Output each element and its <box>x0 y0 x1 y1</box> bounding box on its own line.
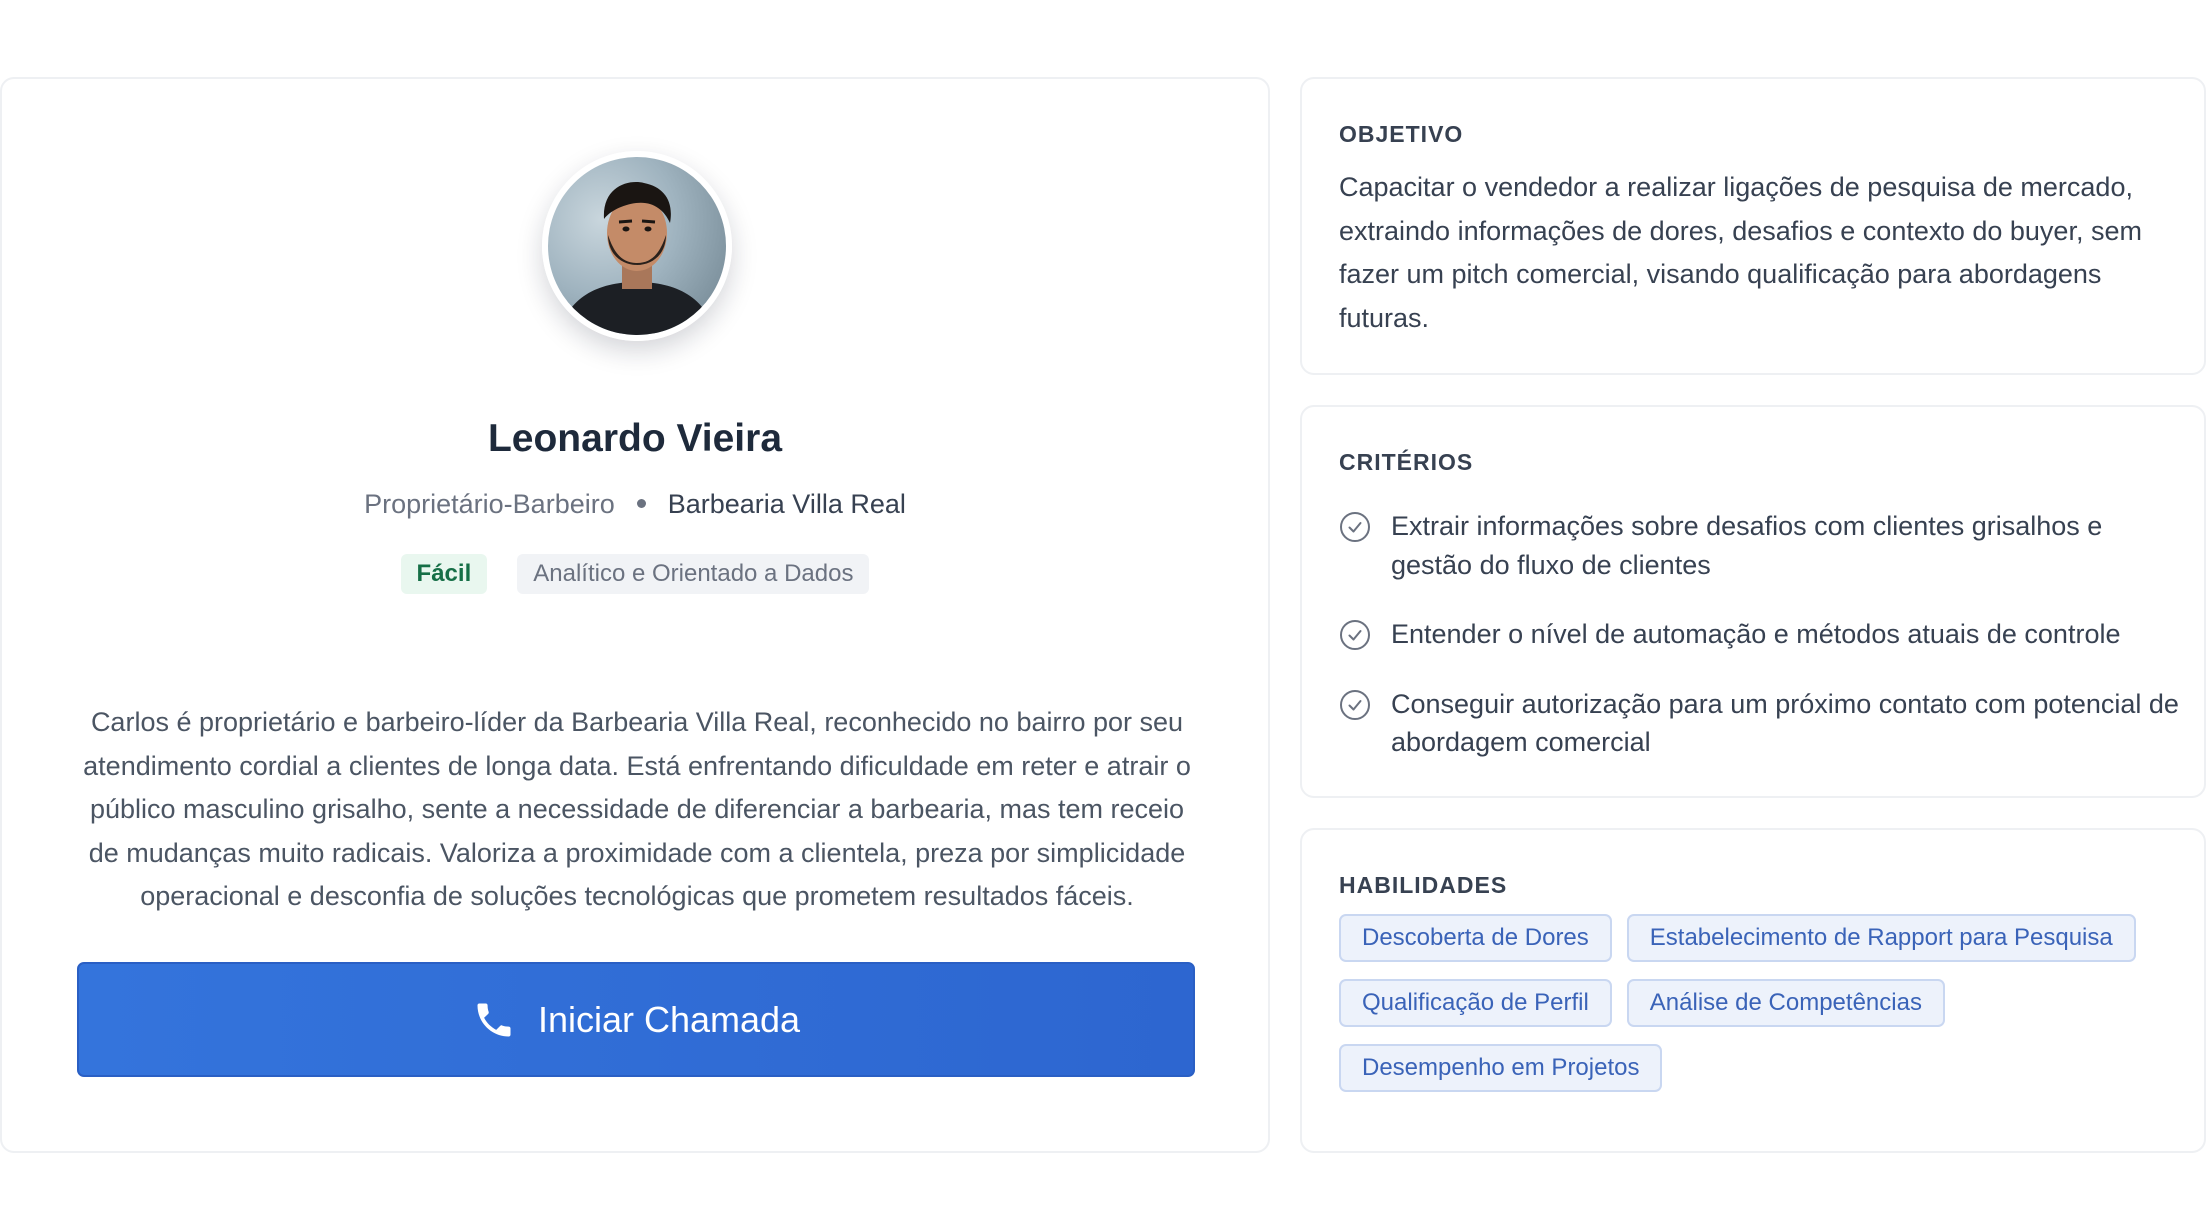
skill-tag: Qualificação de Perfil <box>1339 979 1612 1027</box>
skill-tag: Descoberta de Dores <box>1339 914 1612 962</box>
skills-list: Descoberta de Dores Estabelecimento de R… <box>1339 914 2179 1092</box>
objective-title: OBJETIVO <box>1339 121 1464 147</box>
profile-role: Proprietário-Barbeiro <box>364 489 615 519</box>
criteria-list: Extrair informações sobre desafios com c… <box>1339 507 2179 762</box>
objective-card: OBJETIVO Capacitar o vendedor a realizar… <box>1300 77 2206 375</box>
start-call-button[interactable]: Iniciar Chamada <box>77 962 1195 1077</box>
criteria-item: Entender o nível de automação e métodos … <box>1339 615 2179 654</box>
skills-title: HABILIDADES <box>1339 872 1508 898</box>
separator-dot <box>636 499 646 509</box>
skills-card: HABILIDADES Descoberta de Dores Estabele… <box>1300 828 2206 1153</box>
profile-card: Leonardo Vieira Proprietário-Barbeiro Bar… <box>0 77 1270 1153</box>
skill-tag: Estabelecimento de Rapport para Pesquisa <box>1626 914 2136 962</box>
difficulty-badge: Fácil <box>400 554 488 594</box>
criteria-item: Extrair informações sobre desafios com c… <box>1339 507 2179 584</box>
profile-bio: Carlos é proprietário e barbeiro-líder d… <box>83 707 1191 911</box>
avatar <box>542 151 732 341</box>
profile-name: Leonardo Vieira <box>487 417 783 460</box>
person-photo-icon <box>558 182 716 335</box>
check-circle-icon <box>1340 689 1370 720</box>
criteria-title: CRITÉRIOS <box>1339 449 1474 475</box>
skill-tag: Análise de Competências <box>1626 979 1945 1027</box>
profile-company: Barbearia Villa Real <box>667 489 906 519</box>
profile-tags: Fácil Analítico e Orientado a Dados <box>2 554 1268 594</box>
criteria-card: CRITÉRIOS Extrair informações sobre desa… <box>1300 405 2206 798</box>
skill-tag: Desempenho em Projetos <box>1339 1044 1663 1092</box>
criteria-item: Conseguir autorização para um próximo co… <box>1339 685 2179 762</box>
criteria-text: Conseguir autorização para um próximo co… <box>1391 688 2179 758</box>
check-circle-icon <box>1340 620 1370 650</box>
phone-icon <box>477 1003 511 1036</box>
personality-badge: Analítico e Orientado a Dados <box>517 554 870 594</box>
role-line: Proprietário-Barbeiro Barbearia Villa Rea… <box>2 489 1268 520</box>
objective-text: Capacitar o vendedor a realizar ligações… <box>1339 172 2142 333</box>
criteria-text: Entender o nível de automação e métodos … <box>1391 619 2121 649</box>
check-circle-icon <box>1340 512 1370 542</box>
start-call-label: Iniciar Chamada <box>537 998 801 1040</box>
criteria-text: Extrair informações sobre desafios com c… <box>1391 511 2103 580</box>
